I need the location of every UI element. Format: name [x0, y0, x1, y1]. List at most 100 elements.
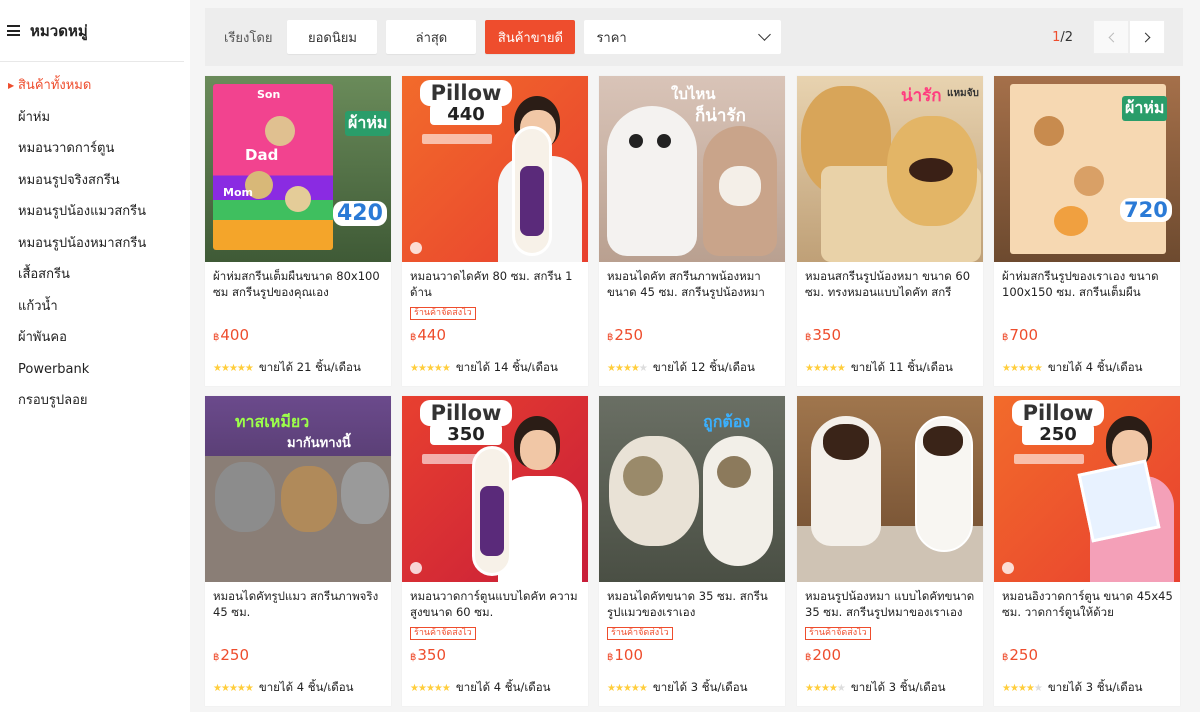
star-icon: ★	[228, 362, 238, 374]
product-price: ฿250	[1002, 646, 1038, 664]
product-card[interactable]: Pillow 250 หมอนอิงวาดการ์ตูน ขนาด 45x45 ซม…	[994, 396, 1180, 706]
thumb-label: Mom	[223, 186, 253, 199]
fast-shipping-badge: ร้านค้าจัดส่งไว	[410, 627, 476, 640]
rating-stars-icon: ★★★★★	[213, 362, 254, 374]
product-name[interactable]: หมอนไดคัท สกรีนภาพน้องหมา ขนาด 45 ซม. สก…	[607, 268, 779, 300]
product-card[interactable]: Son Dad Mom ผ้าห่ม 420 ผ้าห่มสกรีนเต็มผืนขนาด…	[205, 76, 391, 386]
product-name[interactable]: หมอนไดคัทขนาด 35 ซม. สกรีนรูปแมวของเราเอ…	[607, 588, 779, 620]
sold-count: ขายได้ 4 ชิ้น/เดือน	[455, 680, 551, 694]
price-value: 350	[417, 646, 447, 664]
sort-bestseller-button[interactable]: สินค้าขายดี	[485, 20, 576, 54]
thumb-label: Dad	[245, 146, 279, 164]
star-icon: ★	[220, 682, 230, 694]
prev-page-button[interactable]	[1093, 20, 1129, 54]
product-card[interactable]: ทาสเหมียว มากันทางนี้หมอนไดคัทรูปแมว สกรี…	[205, 396, 391, 706]
sidebar-item-6[interactable]: เสื้อสกรีน	[0, 259, 190, 291]
product-image[interactable]: น่ารัก แหมจับ	[797, 76, 983, 262]
product-card[interactable]: ถูกต้องหมอนไดคัทขนาด 35 ซม. สกรีนรูปแมวข…	[599, 396, 785, 706]
sidebar-item-4[interactable]: หมอนรูปน้องแมวสกรีน	[0, 196, 190, 228]
product-price: ฿400	[213, 326, 249, 344]
product-meta: ★★★★★ ขายได้ 12 ชิ้น/เดือน	[607, 359, 755, 377]
price-sort-select[interactable]: ราคา	[584, 20, 782, 54]
product-image[interactable]: ใบไหน ก็น่ารัก	[599, 76, 785, 262]
product-name[interactable]: หมอนสกรีนรูปน้องหมา ขนาด 60 ซม. ทรงหมอนแ…	[805, 268, 977, 300]
product-name[interactable]: หมอนรูปน้องหมา แบบไดคัทขนาด 35 ซม. สกรีน…	[805, 588, 977, 620]
category-list: ▶ สินค้าทั้งหมด ผ้าห่ม หมอนวาดการ์ตูน หมอนรู…	[0, 62, 190, 417]
price-value: 100	[614, 646, 644, 664]
sold-count: ขายได้ 4 ชิ้น/เดือน	[258, 680, 354, 694]
star-icon: ★	[805, 362, 814, 374]
star-icon: ★	[213, 682, 222, 694]
product-image[interactable]: Son Dad Mom ผ้าห่ม 420	[205, 76, 391, 262]
currency-symbol: ฿	[1002, 332, 1009, 343]
sidebar-item-5[interactable]: หมอนรูปน้องหมาสกรีน	[0, 228, 190, 260]
product-image[interactable]: ผ้าห่ม 720	[994, 76, 1180, 262]
star-icon: ★	[417, 362, 427, 374]
product-image[interactable]	[797, 396, 983, 582]
product-name[interactable]: หมอนวาดไดคัท 80 ซม. สกรีน 1 ด้าน	[410, 268, 582, 300]
chevron-down-icon	[758, 28, 772, 41]
product-card[interactable]: หมอนรูปน้องหมา แบบไดคัทขนาด 35 ซม. สกรีน…	[797, 396, 983, 706]
product-info: หมอนไดคัทขนาด 35 ซม. สกรีนรูปแมวของเราเอ…	[599, 582, 785, 640]
product-card[interactable]: Pillow 350 หมอนวาดการ์ตูนแบบไดคัท ความสูงข…	[402, 396, 588, 706]
sold-count: ขายได้ 12 ชิ้น/เดือน	[652, 360, 755, 374]
star-icon: ★	[828, 362, 838, 374]
product-image[interactable]: ทาสเหมียว มากันทางนี้	[205, 396, 391, 582]
product-image[interactable]: Pillow 440	[402, 76, 588, 262]
star-icon: ★	[1033, 682, 1043, 694]
sidebar-item-3[interactable]: หมอนรูปจริงสกรีน	[0, 165, 190, 197]
sold-count: ขายได้ 11 ชิ้น/เดือน	[850, 360, 953, 374]
rating-stars-icon: ★★★★★	[607, 363, 648, 374]
star-icon: ★	[820, 362, 830, 374]
sold-count: ขายได้ 14 ชิ้น/เดือน	[455, 360, 558, 374]
product-info: ผ้าห่มสกรีนเต็มผืนขนาด 80x100 ซม สกรีนรู…	[205, 262, 391, 300]
product-info: หมอนวาดไดคัท 80 ซม. สกรีน 1 ด้าน ร้านค้าจ…	[402, 262, 588, 320]
product-image[interactable]: Pillow 250	[994, 396, 1180, 582]
product-card[interactable]: ผ้าห่ม 720 ผ้าห่มสกรีนรูปของเราเอง ขนาด 10…	[994, 76, 1180, 386]
product-image[interactable]: Pillow 350	[402, 396, 588, 582]
currency-symbol: ฿	[607, 652, 614, 663]
product-name[interactable]: ผ้าห่มสกรีนรูปของเราเอง ขนาด 100x150 ซม.…	[1002, 268, 1174, 300]
star-icon: ★	[441, 362, 451, 374]
product-meta: ★★★★★ ขายได้ 21 ชิ้น/เดือน	[213, 359, 361, 377]
thumb-label: ถูกต้อง	[703, 412, 751, 431]
star-icon: ★	[812, 362, 822, 374]
sold-count: ขายได้ 3 ชิ้น/เดือน	[850, 680, 946, 694]
thumb-label: น่ารัก	[901, 86, 942, 106]
product-name[interactable]: ผ้าห่มสกรีนเต็มผืนขนาด 80x100 ซม สกรีนรู…	[213, 268, 385, 300]
product-name[interactable]: หมอนไดคัทรูปแมว สกรีนภาพจริง 45 ซม.	[213, 588, 385, 620]
product-image[interactable]: ถูกต้อง	[599, 396, 785, 582]
sidebar-item-2[interactable]: หมอนวาดการ์ตูน	[0, 133, 190, 165]
star-icon: ★	[1017, 682, 1027, 694]
product-price: ฿350	[805, 326, 841, 344]
product-name[interactable]: หมอนวาดการ์ตูนแบบไดคัท ความสูงขนาด 60 ซม…	[410, 588, 582, 620]
product-card[interactable]: ใบไหน ก็น่ารักหมอนไดคัท สกรีนภาพน้องหมา ข…	[599, 76, 785, 386]
sidebar-item-7[interactable]: แก้วน้ำ	[0, 291, 190, 323]
product-meta: ★★★★★ ขายได้ 4 ชิ้น/เดือน	[1002, 359, 1143, 377]
sidebar-item-10[interactable]: กรอบรูปลอย	[0, 385, 190, 417]
sidebar-item-9[interactable]: Powerbank	[0, 354, 190, 386]
price-value: 250	[614, 326, 644, 344]
sidebar-item-1[interactable]: ผ้าห่ม	[0, 102, 190, 134]
sidebar-item-8[interactable]: ผ้าพันคอ	[0, 322, 190, 354]
sidebar-item-0[interactable]: ▶ สินค้าทั้งหมด	[0, 70, 190, 102]
product-meta: ★★★★★ ขายได้ 11 ชิ้น/เดือน	[805, 359, 953, 377]
sidebar-item-label: แก้วน้ำ	[18, 298, 58, 314]
sort-popular-button[interactable]: ยอดนิยม	[287, 20, 378, 54]
product-price: ฿700	[1002, 326, 1038, 344]
mini-pager: 1/2	[1052, 20, 1165, 54]
star-icon: ★	[1002, 682, 1011, 694]
product-card[interactable]: น่ารัก แหมจับหมอนสกรีนรูปน้องหมา ขนาด 60 …	[797, 76, 983, 386]
star-icon: ★	[244, 682, 254, 694]
star-icon: ★	[812, 682, 822, 694]
sort-latest-button[interactable]: ล่าสุด	[386, 20, 477, 54]
star-icon: ★	[805, 682, 814, 694]
currency-symbol: ฿	[213, 332, 220, 343]
product-card[interactable]: Pillow 440 หมอนวาดไดคัท 80 ซม. สกรีน 1 ด้า…	[402, 76, 588, 386]
currency-symbol: ฿	[213, 652, 220, 663]
star-icon: ★	[1033, 362, 1043, 374]
product-price: ฿250	[213, 646, 249, 664]
product-name[interactable]: หมอนอิงวาดการ์ตูน ขนาด 45x45 ซม. วาดการ์…	[1002, 588, 1174, 620]
product-meta: ★★★★★ ขายได้ 4 ชิ้น/เดือน	[213, 679, 354, 697]
next-page-button[interactable]	[1129, 20, 1165, 54]
